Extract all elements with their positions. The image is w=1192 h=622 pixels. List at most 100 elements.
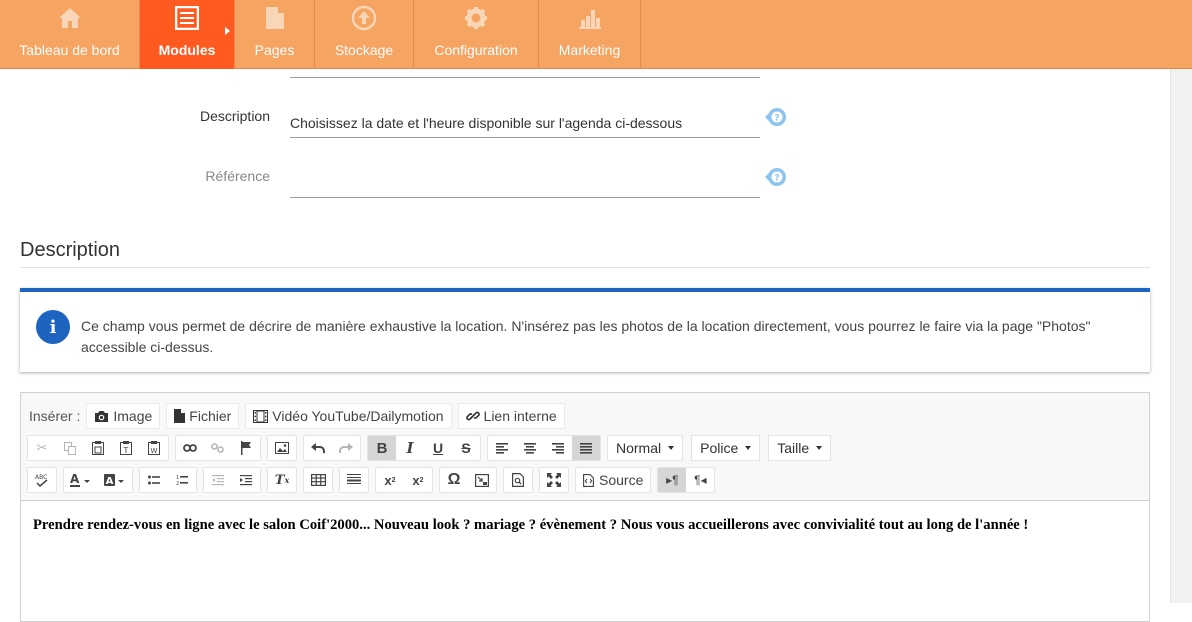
link-icon [465, 409, 480, 423]
upload-icon [351, 5, 377, 31]
font-dropdown[interactable]: Police [691, 435, 761, 461]
nav-item-pages[interactable]: Pages [235, 0, 315, 69]
indent-icon[interactable] [232, 468, 260, 492]
nav-label: Pages [254, 42, 295, 58]
spellcheck-icon[interactable]: ABC [28, 468, 56, 492]
insert-image-button[interactable]: Image [86, 403, 161, 429]
text-color-icon[interactable]: A [64, 468, 98, 492]
insert-row: Insérer : Image Fichier Vidéo YouTube/Da… [27, 402, 571, 430]
italic-icon[interactable]: I [396, 436, 424, 460]
align-group [487, 435, 601, 461]
description-input[interactable] [290, 98, 760, 138]
subscript-icon[interactable]: x2 [376, 468, 404, 492]
align-left-icon[interactable] [488, 436, 516, 460]
nav-label: Marketing [558, 42, 621, 58]
bold-icon[interactable]: B [368, 436, 396, 460]
nav-item-storage[interactable]: Stockage [315, 0, 414, 69]
ltr-icon[interactable]: ▸¶ [658, 468, 687, 492]
nav-item-modules[interactable]: Modules [140, 0, 235, 69]
superscript-icon[interactable]: x2 [404, 468, 432, 492]
format-row: ✂ T W B I U S Normal Police Taille [27, 434, 839, 462]
iframe-icon[interactable] [468, 468, 496, 492]
info-alert: i Ce champ vous permet de décrire de man… [20, 288, 1150, 372]
maximize-icon[interactable] [540, 468, 568, 492]
svg-text:2: 2 [176, 481, 179, 486]
background-color-icon[interactable]: A [98, 468, 132, 492]
history-group [303, 435, 361, 461]
cut-icon[interactable]: ✂ [28, 436, 56, 460]
justify-icon[interactable] [572, 436, 600, 460]
svg-text:ABC: ABC [35, 474, 47, 481]
list-group: 12 [139, 467, 197, 493]
paste-icon[interactable] [84, 436, 112, 460]
modules-list-icon [174, 5, 200, 31]
bar-chart-icon [577, 5, 603, 31]
gear-icon [463, 5, 489, 31]
source-label: Source [599, 472, 644, 488]
reference-input[interactable] [290, 158, 760, 198]
nav-label: Modules [158, 42, 216, 58]
film-icon [253, 409, 269, 423]
copy-icon[interactable] [56, 436, 84, 460]
reference-label: Référence [205, 168, 270, 184]
table-group [303, 467, 333, 493]
rtl-icon[interactable]: ¶◂ [686, 468, 714, 492]
nav-item-configuration[interactable]: Configuration [414, 0, 539, 69]
insert-video-button[interactable]: Vidéo YouTube/Dailymotion [245, 403, 452, 429]
maximize-group [539, 467, 569, 493]
image-icon[interactable] [268, 436, 296, 460]
page-scrollbar[interactable] [1170, 69, 1192, 603]
size-dropdown-value: Taille [777, 440, 810, 456]
bullet-list-icon[interactable] [140, 468, 168, 492]
horizontal-rule-icon[interactable] [340, 468, 368, 492]
nav-label: Tableau de bord [19, 42, 120, 58]
unlink-icon[interactable] [204, 436, 232, 460]
clipboard-group: ✂ T W [27, 435, 169, 461]
insert-file-button[interactable]: Fichier [166, 403, 240, 429]
reference-row: Référence ? [0, 158, 800, 198]
numbered-list-icon[interactable]: 12 [168, 468, 196, 492]
direction-group: ▸¶ ¶◂ [657, 467, 716, 493]
font-dropdown-value: Police [700, 440, 739, 456]
align-right-icon[interactable] [544, 436, 572, 460]
nav-item-dashboard[interactable]: Tableau de bord [0, 0, 140, 69]
special-group: Ω [439, 467, 497, 493]
anchor-flag-icon[interactable] [232, 436, 260, 460]
size-dropdown[interactable]: Taille [768, 435, 832, 461]
align-center-icon[interactable] [516, 436, 544, 460]
info-icon: i [36, 310, 70, 344]
editor-content[interactable]: Prendre rendez-vous en ligne avec le sal… [33, 517, 1028, 534]
table-icon[interactable] [304, 468, 332, 492]
home-icon [57, 5, 83, 31]
strike-icon[interactable]: S [452, 436, 480, 460]
redo-icon[interactable] [332, 436, 360, 460]
outdent-icon[interactable] [204, 468, 232, 492]
nav-label: Configuration [434, 42, 518, 58]
insert-label: Insérer : [29, 408, 81, 424]
script-group: x2 x2 [375, 467, 433, 493]
link-icon[interactable] [176, 436, 204, 460]
nav-item-marketing[interactable]: Marketing [539, 0, 641, 69]
preview-icon[interactable] [504, 468, 532, 492]
undo-icon[interactable] [304, 436, 332, 460]
nav-label: Stockage [334, 42, 394, 58]
source-button[interactable]: Source [576, 468, 650, 492]
remove-format-icon[interactable]: Tx [268, 468, 296, 492]
help-icon[interactable]: ? [764, 107, 788, 127]
insert-video-label: Vidéo YouTube/Dailymotion [272, 408, 444, 424]
text-style-group: B I U S [367, 435, 481, 461]
help-icon[interactable]: ? [764, 167, 788, 187]
insert-link-label: Lien interne [483, 408, 557, 424]
paste-word-icon[interactable]: W [140, 436, 168, 460]
paste-text-icon[interactable]: T [112, 436, 140, 460]
underline-icon[interactable]: U [424, 436, 452, 460]
format-dropdown[interactable]: Normal [607, 435, 684, 461]
source-icon [583, 473, 594, 487]
color-group: A A [63, 467, 133, 493]
main-content: Description ? Référence ? Description i … [0, 69, 1170, 622]
indent-group [203, 467, 261, 493]
format-dropdown-value: Normal [616, 440, 662, 456]
insert-link-button[interactable]: Lien interne [457, 403, 565, 429]
special-char-icon[interactable]: Ω [440, 468, 468, 492]
svg-text:T: T [123, 446, 129, 455]
